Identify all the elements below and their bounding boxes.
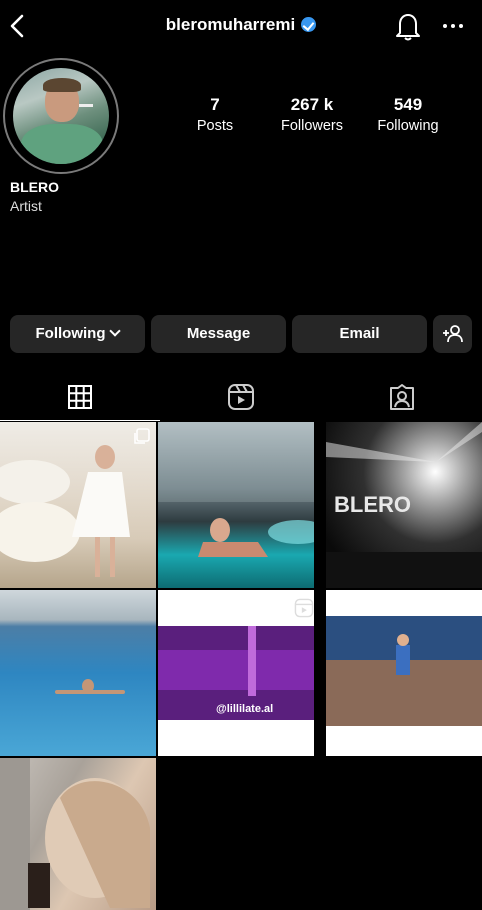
post-thumbnail[interactable] (158, 422, 314, 588)
stat-following-label: Following (377, 118, 439, 134)
bell-icon[interactable] (394, 11, 422, 41)
message-button-label: Message (186, 325, 251, 342)
add-person-icon (442, 325, 463, 343)
stat-followers-value: 267 k (290, 95, 334, 114)
stat-posts-value: 7 (210, 95, 220, 114)
post-image: @lillilate.al (158, 626, 314, 720)
post-thumbnail[interactable] (0, 758, 156, 910)
suggested-people-button[interactable] (433, 315, 472, 353)
profile-category: Artist (10, 198, 42, 214)
post-image (326, 616, 482, 726)
chevron-down-icon (109, 325, 122, 337)
top-bar: bleromuharremi (0, 0, 482, 52)
post-overlay-text: BLERO (334, 492, 411, 517)
stat-followers-label: Followers (280, 118, 344, 134)
stat-posts-label: Posts (196, 118, 234, 134)
tab-reels[interactable] (161, 373, 321, 421)
post-thumbnail[interactable]: BLERO (326, 422, 482, 588)
following-button-label: Following (35, 325, 106, 342)
stat-following-value: 549 (393, 95, 423, 114)
post-overlay-text: @lillilate.al (216, 703, 273, 715)
tagged-icon (390, 384, 414, 410)
username: bleromuharremi (165, 15, 296, 34)
post-image (158, 422, 314, 557)
post-thumbnail[interactable] (326, 590, 482, 756)
post-image (55, 679, 125, 694)
reels-icon (294, 598, 314, 618)
post-thumbnail[interactable] (0, 590, 156, 756)
selected-tab-indicator (0, 420, 160, 421)
email-button[interactable]: Email (292, 315, 427, 353)
post-thumbnail[interactable]: @lillilate.al (158, 590, 314, 756)
carousel-icon (134, 428, 150, 444)
display-name: BLERO (10, 179, 59, 195)
post-thumbnail[interactable] (0, 422, 156, 588)
stat-following[interactable]: 549 Following (358, 95, 458, 134)
post-image (0, 445, 130, 577)
grid-icon (68, 385, 92, 409)
email-button-label: Email (339, 325, 380, 342)
profile-avatar[interactable] (3, 58, 119, 174)
reels-icon (228, 384, 254, 410)
profile-tabs (0, 373, 482, 421)
post-image (0, 758, 150, 910)
tab-posts[interactable] (0, 373, 160, 421)
verified-badge-icon (301, 17, 317, 32)
tab-tagged[interactable] (322, 373, 482, 421)
more-options-icon[interactable] (440, 16, 466, 36)
message-button[interactable]: Message (151, 315, 286, 353)
stat-followers[interactable]: 267 k Followers (262, 95, 362, 134)
avatar-photo (13, 68, 109, 164)
following-button[interactable]: Following (10, 315, 145, 353)
post-image: BLERO (326, 422, 482, 588)
stat-posts[interactable]: 7 Posts (165, 95, 265, 134)
